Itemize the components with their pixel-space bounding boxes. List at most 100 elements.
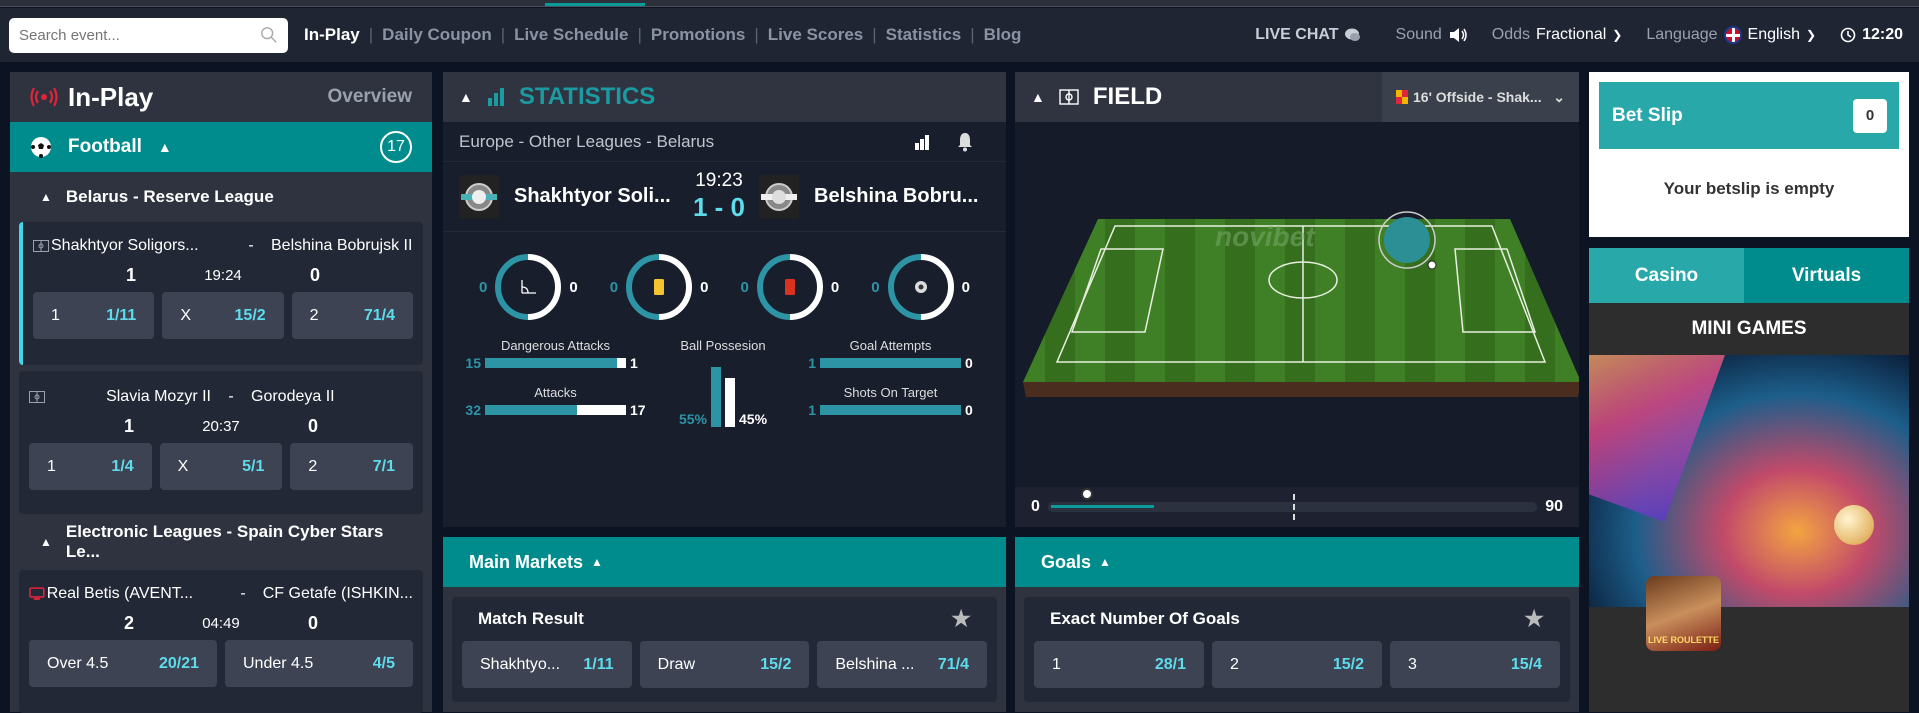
odds-button[interactable]: X 15/2 [162,292,284,339]
corners-icon [495,254,562,320]
menu-promotions[interactable]: Promotions [651,25,745,45]
penalties-icon [887,254,954,320]
stat-bar-row: 1 0 [798,355,983,371]
browser-strip [0,0,1919,7]
odds-button[interactable]: 2 15/2 [1212,641,1382,688]
odds-format-select[interactable]: Fractional [1536,26,1606,44]
odds-button[interactable]: 2 71/4 [291,292,413,339]
odds-button[interactable]: Shakhtyo... 1/11 [462,641,632,688]
pitch-icon [29,391,45,403]
sound-label: Sound [1395,26,1442,43]
event-feed-select[interactable]: 16' Offside - Shak... ⌄ [1382,72,1579,122]
odds-button[interactable]: 1 28/1 [1034,641,1204,688]
live-chat-button[interactable]: LIVE CHAT [1255,26,1361,44]
odds-label: Odds [1491,26,1531,43]
odds-button[interactable]: Draw 15/2 [639,641,810,688]
field-panel: ▲ FIELD 16' Offside - Shak... ⌄ novibet … [1015,72,1581,527]
stat-bar-home [820,405,961,415]
stat-away-value: 0 [965,355,973,371]
chevron-down-icon[interactable]: ❯ [1612,28,1622,42]
league-header[interactable]: ▲ Electronic Leagues - Spain Cyber Stars … [10,514,432,570]
odds-button[interactable]: Over 4.5 20/21 [29,640,217,687]
menu-live-scores[interactable]: Live Scores [768,25,863,45]
home-score: 1 [125,264,136,285]
main-markets-header[interactable]: Main Markets ▲ [443,537,1006,587]
odds-button[interactable]: X 5/1 [159,443,283,490]
odds-price: 28/1 [1154,655,1186,673]
offside-flag-icon [1396,90,1408,104]
odds-button[interactable]: 2 7/1 [290,443,414,490]
stat-away-value: 17 [630,402,646,418]
chevron-up-icon[interactable]: ▲ [459,89,473,105]
odds-button[interactable]: 3 15/4 [1390,641,1560,688]
betslip-header[interactable]: Bet Slip 0 [1599,82,1899,149]
chevron-down-icon[interactable]: ❯ [1806,28,1816,42]
odds-button[interactable]: 1 1/4 [29,443,152,490]
possession-away-bar [725,377,735,427]
tab-casino[interactable]: Casino [1589,248,1744,303]
menu-daily-coupon[interactable]: Daily Coupon [382,25,492,45]
search-box[interactable] [9,18,288,53]
main-markets-title: Main Markets [469,551,584,572]
vs-dash: - [240,585,246,602]
speaker-icon[interactable] [1448,26,1470,44]
stat-bar-home [485,358,618,368]
menu-separator: | [872,25,877,44]
bell-icon[interactable] [956,132,974,152]
timeline-track[interactable] [1047,488,1538,520]
odds-button[interactable]: Belshina ... 71/4 [817,641,988,688]
stat-bars: Dangerous Attacks 15 1 Attacks 32 17 Ball P… [443,338,1006,432]
match-header: Shakhtyor Soli... 19:23 1 - 0 Belshina Bo… [443,162,1006,232]
market-title: Exact Number Of Goals [1050,609,1240,628]
ring-away-value: 0 [700,278,709,296]
search-input[interactable] [19,27,249,44]
home-team: Shakhtyor Soligors... [51,237,199,254]
overview-link[interactable]: Overview [328,86,413,108]
menu-statistics[interactable]: Statistics [886,25,962,45]
menu-blog[interactable]: Blog [984,25,1022,45]
timeline-progress [1050,505,1155,508]
event-card[interactable]: Real Betis (AVENT... - CF Getafe (ISHKIN..… [19,570,423,713]
goals-header[interactable]: Goals ▲ [1015,537,1579,587]
sport-football-header[interactable]: Football ▲ 17 [10,122,432,172]
pitch-watermark: novibet [1215,221,1316,252]
red-cards-icon [756,254,823,320]
stats-icon[interactable] [914,134,930,150]
stat-home-value: 15 [465,355,481,371]
betslip-title: Bet Slip [1612,104,1683,126]
market-title: Match Result [478,609,584,628]
uk-flag-icon [1723,26,1742,44]
stat-bar [820,405,961,415]
mini-games-panel: MINI GAMES LIVE ROULETTE [1589,303,1909,712]
menu-in-play[interactable]: In-Play [304,25,360,45]
stat-bar-row: 32 17 [463,402,648,418]
in-play-header: In-Play Overview [10,72,432,122]
chevron-up-icon[interactable]: ▲ [1031,89,1045,105]
menu-live-schedule[interactable]: Live Schedule [514,25,628,45]
event-card[interactable]: Slavia Mozyr II - Gorodeya II 1 20:37 0 1 1/4… [19,371,423,514]
betslip-panel: Bet Slip 0 Your betslip is empty [1589,72,1909,237]
tab-virtuals[interactable]: Virtuals [1744,248,1909,303]
event-card[interactable]: Shakhtyor Soligors... - Belshina Bobrujsk … [19,222,423,365]
league-header[interactable]: ▲ Belarus - Reserve League [10,172,432,222]
menu-separator: | [500,25,506,44]
odds-label: 1 [47,457,56,475]
league-name: Belarus - Reserve League [65,187,274,206]
language-select[interactable]: English [1748,26,1800,44]
star-icon[interactable]: ★ [1524,606,1544,632]
live-roulette-thumbnail[interactable]: LIVE ROULETTE [1646,576,1721,651]
odds-price: 20/21 [158,654,199,672]
star-icon[interactable]: ★ [951,606,971,632]
nav-right: LIVE CHAT Sound Odds Fractional ❯ Langua… [1255,8,1903,62]
casino-banner-image[interactable] [1589,355,1909,607]
statistics-header[interactable]: ▲ STATISTICS [443,72,1006,122]
goal-marker-icon [1080,488,1093,500]
search-icon[interactable] [260,26,278,44]
away-team: Gorodeya II [251,388,335,405]
possession-away: 45% [739,411,768,427]
stat-bar-row: 1 0 [798,402,983,418]
ring-corners: 0 0 [479,252,578,322]
odds-button[interactable]: Under 4.5 4/5 [225,640,413,687]
thumbnail-label: LIVE ROULETTE [1647,635,1719,645]
odds-button[interactable]: 1 1/11 [33,292,155,339]
